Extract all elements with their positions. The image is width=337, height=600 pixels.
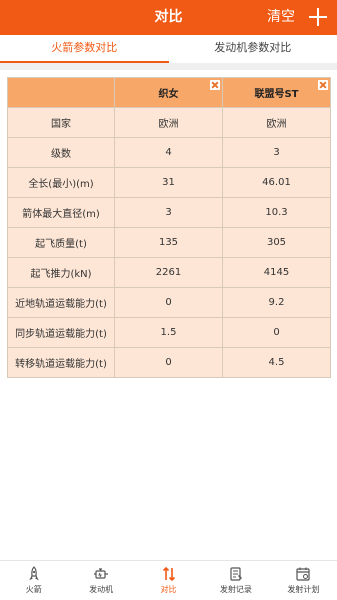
table-cell: 0 — [114, 347, 223, 378]
table-row: 同步轨道运载能力(t) 1.5 0 — [7, 317, 331, 348]
row-label: 转移轨道运载能力(t) — [7, 347, 115, 378]
table-corner-cell — [7, 77, 115, 108]
engine-icon — [93, 566, 109, 582]
table-row: 起飞质量(t) 135 305 — [7, 227, 331, 258]
remove-column-icon[interactable] — [210, 80, 220, 90]
nav-label: 发射记录 — [219, 585, 252, 594]
table-cell: 0 — [222, 317, 331, 348]
table-row: 转移轨道运载能力(t) 0 4.5 — [7, 347, 331, 378]
column-header-label: 联盟号ST — [254, 89, 299, 100]
tab-bar: 火箭参数对比 发动机参数对比 — [0, 35, 337, 63]
table-cell: 135 — [114, 227, 223, 258]
row-label: 同步轨道运载能力(t) — [7, 317, 115, 348]
row-label: 起飞推力(kN) — [7, 257, 115, 288]
column-header: 联盟号ST — [222, 77, 331, 108]
table-cell: 9.2 — [222, 287, 331, 318]
table-row: 全长(最小)(m) 31 46.01 — [7, 167, 331, 198]
table-cell: 欧洲 — [114, 107, 223, 138]
table-cell: 31 — [114, 167, 223, 198]
row-label: 国家 — [7, 107, 115, 138]
nav-label: 对比 — [160, 585, 177, 594]
bottom-nav: 火箭 发动机 对比 发射记录 发射计划 — [0, 560, 337, 600]
nav-label: 火箭 — [25, 585, 42, 594]
nav-item-engine[interactable]: 发动机 — [67, 561, 134, 600]
calendar-icon — [295, 566, 311, 582]
table-cell: 3 — [114, 197, 223, 228]
column-header-label: 织女 — [158, 89, 179, 100]
table-row: 箭体最大直径(m) 3 10.3 — [7, 197, 331, 228]
nav-item-launch-record[interactable]: 发射记录 — [202, 561, 269, 600]
table-cell: 10.3 — [222, 197, 331, 228]
table-cell: 4 — [114, 137, 223, 168]
table-cell: 3 — [222, 137, 331, 168]
table-cell: 46.01 — [222, 167, 331, 198]
row-label: 级数 — [7, 137, 115, 168]
table-row: 近地轨道运载能力(t) 0 9.2 — [7, 287, 331, 318]
table-row: 起飞推力(kN) 2261 4145 — [7, 257, 331, 288]
row-label: 箭体最大直径(m) — [7, 197, 115, 228]
clear-button[interactable]: 清空 — [267, 0, 295, 35]
table-header-row: 织女 联盟号ST — [7, 77, 331, 108]
add-icon[interactable] — [309, 8, 327, 26]
table-row: 级数 4 3 — [7, 137, 331, 168]
table-row: 国家 欧洲 欧洲 — [7, 107, 331, 138]
table-cell: 1.5 — [114, 317, 223, 348]
table-cell: 4.5 — [222, 347, 331, 378]
nav-label: 发动机 — [89, 585, 114, 594]
row-label: 起飞质量(t) — [7, 227, 115, 258]
record-icon — [228, 566, 244, 582]
nav-item-compare[interactable]: 对比 — [135, 561, 202, 600]
top-bar: 对比 清空 — [0, 0, 337, 35]
remove-column-icon[interactable] — [318, 80, 328, 90]
row-label: 近地轨道运载能力(t) — [7, 287, 115, 318]
section-divider — [0, 63, 337, 70]
nav-label: 发射计划 — [287, 585, 320, 594]
tab-engine-params[interactable]: 发动机参数对比 — [169, 35, 337, 63]
column-header: 织女 — [114, 77, 223, 108]
table-cell: 305 — [222, 227, 331, 258]
rocket-icon — [26, 566, 42, 582]
table-cell: 欧洲 — [222, 107, 331, 138]
table-cell: 2261 — [114, 257, 223, 288]
row-label: 全长(最小)(m) — [7, 167, 115, 198]
nav-item-launch-plan[interactable]: 发射计划 — [270, 561, 337, 600]
compare-icon — [161, 566, 177, 582]
tab-rocket-params[interactable]: 火箭参数对比 — [0, 35, 169, 63]
compare-table: 织女 联盟号ST 国家 欧洲 欧洲 级数 4 3 全长(最小)(m) 31 46… — [7, 77, 331, 378]
nav-item-rocket[interactable]: 火箭 — [0, 561, 67, 600]
table-cell: 0 — [114, 287, 223, 318]
table-cell: 4145 — [222, 257, 331, 288]
compare-table-container: 织女 联盟号ST 国家 欧洲 欧洲 级数 4 3 全长(最小)(m) 31 46… — [7, 77, 331, 378]
